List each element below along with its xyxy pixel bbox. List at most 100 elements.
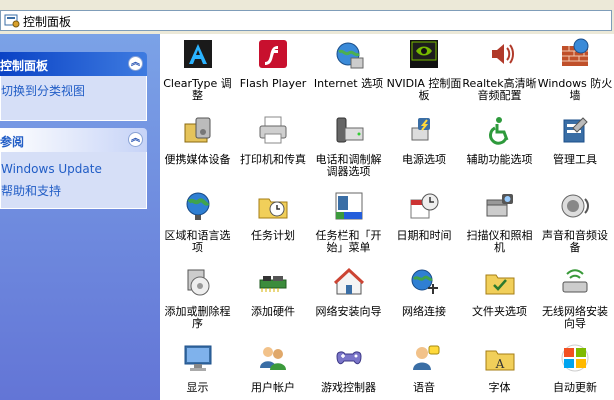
pane-body: 切换到分类视图 [0,76,147,121]
cpl-item-label: 便携媒体设备 [164,153,231,166]
cleartype-icon [183,40,212,68]
scanner-icon [486,194,513,217]
wireless-wizard-icon [562,269,588,293]
cpl-item-label: Internet 选项 [313,77,384,90]
cpl-item-label: 语音 [413,381,435,394]
cpl-item[interactable]: 打印机和传真 [236,114,311,166]
cpl-item[interactable]: ClearType 调整 [160,38,235,102]
help-support-link[interactable]: 帮助和支持 [1,180,146,203]
cpl-item[interactable]: 管理工具 [538,114,613,166]
cpl-item[interactable]: 文件夹选项 [462,266,537,318]
cpl-item-label: 自动更新 [553,381,597,394]
control-panel-items: ClearType 调整 Flash Player Internet 选项 NVIDI… [160,34,614,400]
cpl-item-label: 文件夹选项 [472,305,527,318]
svg-text:A: A [494,357,504,371]
windows-update-link[interactable]: Windows Update [1,152,146,180]
cpl-item-label: 电话和调制解调器选项 [315,153,382,178]
cpl-item[interactable]: Realtek高清晰音频配置 [462,38,537,102]
speech-icon [413,345,440,370]
cpl-item[interactable]: 便携媒体设备 [160,114,235,166]
collapse-chevron-icon[interactable]: ︽ [128,132,143,147]
pane-header[interactable]: 控制面板 ︽ [0,52,147,76]
cpl-item-label: 显示 [186,381,209,394]
cpl-item[interactable]: 日期和时间 [387,190,462,242]
cpl-item-label: 管理工具 [553,153,597,166]
cpl-item[interactable]: 用户帐户 [236,342,311,394]
add-hardware-icon [259,276,287,292]
cpl-item-label: 声音和音频设备 [542,229,608,254]
cpl-item[interactable]: 电源选项 [387,114,462,166]
cpl-item[interactable]: 网络连接 [387,266,462,318]
folder-options-icon [485,274,514,295]
cpl-item[interactable]: 辅助功能选项 [462,114,537,166]
cpl-item-label: 字体 [488,381,511,394]
control-panel-pane: 控制面板 ︽ 切换到分类视图 [0,52,147,121]
pane-title: 控制面板 [0,59,49,73]
fonts-icon: A [485,350,514,371]
cpl-item-label: 无线网络安装向导 [542,305,608,330]
cpl-item-label: 添加硬件 [251,305,295,318]
cpl-item-label: 任务栏和「开始」菜单 [315,229,382,254]
cpl-item-label: 电源选项 [402,153,446,166]
see-also-title: 参阅 [0,135,25,149]
cpl-item[interactable]: 语音 [387,342,462,394]
cpl-item-label: 游戏控制器 [321,381,376,394]
cpl-item[interactable]: Internet 选项 [311,38,386,90]
control-panel-icon [4,14,20,28]
scheduled-tasks-icon [258,198,288,219]
cpl-item[interactable]: 电话和调制解调器选项 [311,114,386,178]
cpl-item-label: 辅助功能选项 [466,153,533,166]
cpl-item[interactable]: 无线网络安装向导 [538,266,613,330]
firewall-icon [562,38,589,66]
auto-update-icon [561,344,589,372]
cpl-item-label: 任务计划 [251,229,295,242]
cpl-item-label: ClearType 调整 [163,77,232,102]
realtek-icon [491,44,514,64]
see-also-header[interactable]: 参阅 ︽ [0,128,147,152]
flash-icon [259,40,287,68]
network-wizard-icon [333,267,364,295]
accessibility-icon [488,117,508,145]
cpl-item-label: Windows 防火墙 [537,77,613,102]
cpl-item[interactable]: Windows 防火墙 [538,38,613,102]
cpl-item[interactable]: 声音和音频设备 [538,190,613,254]
cpl-item-label: 网络连接 [402,305,446,318]
collapse-chevron-icon[interactable]: ︽ [128,56,143,71]
sound-icon [561,194,589,218]
address-bar: 控制面板 [0,0,614,35]
user-accounts-icon [260,347,286,370]
cpl-item[interactable]: 扫描仪和照相机 [462,190,537,254]
cpl-item[interactable]: 网络安装向导 [311,266,386,318]
switch-category-view-link[interactable]: 切换到分类视图 [1,76,146,103]
cpl-item-label: 添加或删除程序 [164,305,231,330]
game-controller-icon [335,351,362,365]
task-sidebar: 控制面板 ︽ 切换到分类视图 参阅 ︽ Windows Update 帮助和支持 [0,34,160,400]
region-globe-icon [186,192,209,220]
cpl-item[interactable]: 自动更新 [538,342,613,394]
cpl-item[interactable]: 添加或删除程序 [160,266,235,330]
cpl-item-label: 网络安装向导 [315,305,382,318]
address-field[interactable]: 控制面板 [0,10,612,31]
cpl-item[interactable]: NVIDIA 控制面板 [387,38,462,102]
cpl-item[interactable]: 任务栏和「开始」菜单 [311,190,386,254]
cpl-item[interactable]: 显示 [160,342,235,394]
cpl-item-label: 打印机和传真 [240,153,306,166]
cpl-item[interactable]: 添加硬件 [236,266,311,318]
cpl-item[interactable]: A 字体 [462,342,537,394]
cpl-item-label: NVIDIA 控制面板 [386,77,462,102]
printer-icon [259,116,287,144]
address-text: 控制面板 [23,15,72,29]
datetime-icon [410,193,439,219]
portable-media-icon [184,117,210,143]
admin-tools-icon [563,117,588,143]
phone-modem-icon [336,117,363,143]
display-icon [184,345,211,371]
cpl-item-label: 区域和语言选项 [164,229,231,254]
cpl-item-label: 用户帐户 [251,381,295,394]
cpl-item[interactable]: Flash Player [236,38,311,90]
cpl-item[interactable]: 区域和语言选项 [160,190,235,254]
network-connections-icon [411,269,438,294]
cpl-item[interactable]: 游戏控制器 [311,342,386,394]
add-remove-icon [187,269,209,296]
cpl-item[interactable]: 任务计划 [236,190,311,242]
